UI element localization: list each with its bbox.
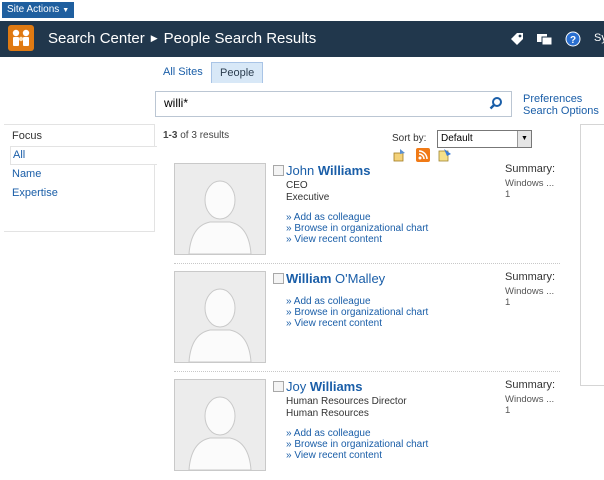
recent-content-link[interactable]: » View recent content: [286, 318, 382, 329]
name-part: O'Malley: [331, 271, 386, 286]
select-checkbox[interactable]: [273, 165, 284, 176]
user-menu[interactable]: Sy: [594, 32, 604, 44]
refinement-panel: Focus All Name Expertise: [4, 124, 157, 232]
search-icon[interactable]: [489, 96, 503, 110]
summary-text: Windows ...: [505, 394, 555, 405]
job-title: CEO: [286, 180, 308, 191]
title-bar: Search Center ▶ People Search Results ? Sy: [0, 21, 604, 57]
name-hit: Williams: [309, 379, 363, 394]
help-icon[interactable]: ?: [565, 31, 581, 47]
summary-label: Summary:: [505, 271, 556, 283]
profile-photo-placeholder[interactable]: [174, 163, 266, 255]
refinement-item-expertise[interactable]: Expertise: [10, 185, 156, 202]
add-colleague-link[interactable]: » Add as colleague: [286, 428, 371, 439]
name-part: John: [286, 163, 318, 178]
summary-count: 1: [505, 297, 511, 308]
person-silhouette-icon: [175, 272, 265, 362]
job-title: Human Resources Director: [286, 396, 407, 407]
result-divider: [174, 371, 560, 372]
summary-label: Summary:: [505, 163, 556, 175]
rss-icon[interactable]: [416, 148, 430, 162]
person-silhouette-icon: [175, 164, 265, 254]
breadcrumb-search-center[interactable]: Search Center: [48, 30, 145, 47]
search-action-icon[interactable]: [438, 148, 452, 162]
preferences-link[interactable]: Preferences: [523, 93, 599, 105]
summary-label: Summary:: [505, 379, 556, 391]
alert-me-icon[interactable]: [393, 148, 407, 162]
sort-select[interactable]: Default ▼: [437, 130, 532, 148]
result-total: of 3 results: [180, 130, 230, 141]
person-result: Joy Williams Human Resources Director Hu…: [174, 379, 560, 479]
person-result: John Williams CEO Executive » Add as col…: [174, 163, 560, 263]
chevron-down-icon: ▼: [62, 7, 70, 14]
org-chart-link[interactable]: » Browse in organizational chart: [286, 223, 428, 234]
search-links: Preferences Search Options: [523, 93, 599, 117]
org-chart-link[interactable]: » Browse in organizational chart: [286, 439, 428, 450]
profile-photo-placeholder[interactable]: [174, 271, 266, 363]
recent-content-link[interactable]: » View recent content: [286, 450, 382, 461]
sharepoint-logo-icon: [8, 25, 34, 51]
select-checkbox[interactable]: [273, 381, 284, 392]
site-actions-label: Site Actions: [7, 4, 60, 15]
person-result: William O'Malley » Add as colleague » Br…: [174, 271, 560, 371]
breadcrumb-separator-icon: ▶: [150, 33, 158, 43]
breadcrumb: Search Center ▶ People Search Results: [48, 30, 316, 47]
name-hit: Williams: [317, 163, 371, 178]
search-options-link[interactable]: Search Options: [523, 105, 599, 117]
tab-all-sites[interactable]: All Sites: [155, 62, 211, 82]
ribbon: Site Actions ▼: [0, 0, 604, 21]
summary-text: Windows ...: [505, 178, 555, 189]
note-board-icon[interactable]: [536, 31, 554, 47]
add-colleague-link[interactable]: » Add as colleague: [286, 212, 371, 223]
search-box: [155, 91, 512, 117]
refinement-heading: Focus: [12, 130, 42, 142]
result-range: 1-3: [163, 130, 178, 141]
svg-text:?: ?: [570, 35, 576, 46]
refinement-item-name[interactable]: Name: [10, 166, 156, 183]
sort-value: Default: [441, 133, 473, 144]
result-count: 1-3 of 3 results: [163, 130, 229, 141]
site-actions-menu[interactable]: Site Actions ▼: [2, 2, 75, 18]
tab-people[interactable]: People: [211, 62, 264, 83]
department: Executive: [286, 192, 330, 203]
right-panel: [580, 124, 604, 386]
chevron-down-icon: ▼: [517, 131, 531, 147]
name-part: Joy: [286, 379, 310, 394]
person-name-link[interactable]: William O'Malley: [286, 271, 385, 286]
profile-photo-placeholder[interactable]: [174, 379, 266, 471]
sort-label: Sort by:: [392, 133, 427, 144]
search-input[interactable]: [164, 95, 464, 111]
summary-count: 1: [505, 189, 511, 200]
department: Human Resources: [286, 408, 369, 419]
recent-content-link[interactable]: » View recent content: [286, 234, 382, 245]
summary-count: 1: [505, 405, 511, 416]
breadcrumb-current-page: People Search Results: [163, 30, 317, 47]
refinement-item-all[interactable]: All: [10, 146, 157, 165]
add-colleague-link[interactable]: » Add as colleague: [286, 296, 371, 307]
tag-icon[interactable]: [509, 31, 525, 47]
org-chart-link[interactable]: » Browse in organizational chart: [286, 307, 428, 318]
person-name-link[interactable]: John Williams: [286, 163, 370, 178]
select-checkbox[interactable]: [273, 273, 284, 284]
result-divider: [174, 263, 560, 264]
person-name-link[interactable]: Joy Williams: [286, 379, 362, 394]
person-silhouette-icon: [175, 380, 265, 470]
name-hit: William: [286, 271, 332, 286]
summary-text: Windows ...: [505, 286, 555, 297]
